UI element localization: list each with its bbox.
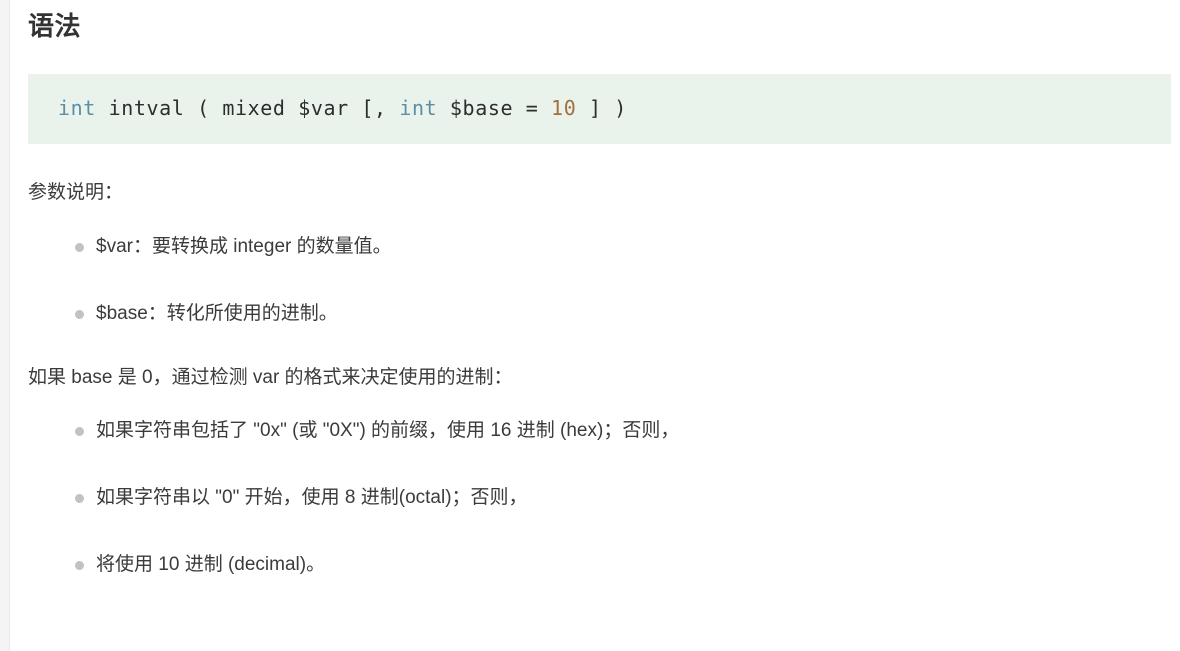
bullet-dot-icon <box>75 427 84 436</box>
page-title: 语法 <box>28 11 82 41</box>
base-zero-intro: 如果 base 是 0，通过检测 var 的格式来决定使用的进制： <box>28 367 513 388</box>
code-block: int intval ( mixed $var [, int $base = 1… <box>28 74 1171 144</box>
list-item-label: $var：要转换成 integer 的数量值。 <box>96 236 392 257</box>
params-heading: 参数说明： <box>28 182 124 203</box>
list-item-label: 如果字符串包括了 "0x" (或 "0X") 的前缀，使用 16 进制 (hex… <box>96 420 680 441</box>
params-list: $var：要转换成 integer 的数量值。 $base：转化所使用的进制。 <box>28 207 1180 328</box>
bullet-dot-icon <box>75 243 84 252</box>
code-token-plain-2: $base = <box>437 96 552 120</box>
bullet-dot-icon <box>75 494 84 503</box>
list-item: 如果字符串以 "0" 开始，使用 8 进制(octal)；否则， <box>28 484 1180 512</box>
code-token-type-int-1: int <box>58 96 96 120</box>
code-token-plain-1: intval ( mixed $var [, <box>95 96 400 120</box>
left-gutter-strip <box>0 0 10 651</box>
list-item: 将使用 10 进制 (decimal)。 <box>28 551 1180 579</box>
code-signature-line: int intval ( mixed $var [, int $base = 1… <box>58 95 1171 121</box>
code-token-type-int-2: int <box>399 96 438 120</box>
list-item-label: 如果字符串以 "0" 开始，使用 8 进制(octal)；否则， <box>96 487 528 508</box>
list-item: 如果字符串包括了 "0x" (或 "0X") 的前缀，使用 16 进制 (hex… <box>28 417 1180 445</box>
list-item-label: 将使用 10 进制 (decimal)。 <box>96 554 326 575</box>
bullet-dot-icon <box>75 561 84 570</box>
code-token-number-10: 10 <box>551 96 577 120</box>
code-token-plain-3: ] ) <box>576 96 627 120</box>
list-item: $base：转化所使用的进制。 <box>28 300 1180 328</box>
list-item: $var：要转换成 integer 的数量值。 <box>28 233 1180 261</box>
list-item-label: $base：转化所使用的进制。 <box>96 303 338 324</box>
bullet-dot-icon <box>75 310 84 319</box>
base-detection-list: 如果字符串包括了 "0x" (或 "0X") 的前缀，使用 16 进制 (hex… <box>28 392 1180 579</box>
document-content-area: 语法 int intval ( mixed $var [, int $base … <box>11 0 1180 651</box>
